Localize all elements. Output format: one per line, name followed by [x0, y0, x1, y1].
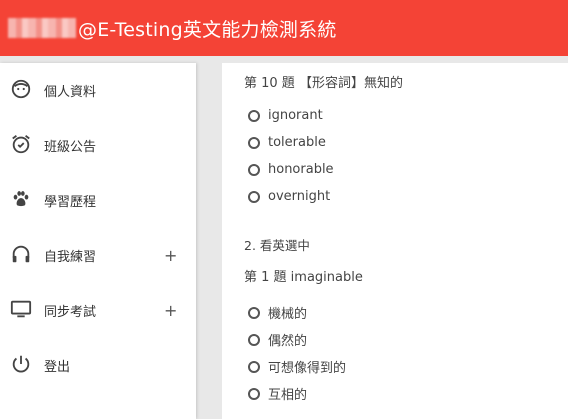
- option-radio[interactable]: 機械的: [248, 303, 307, 322]
- sidebar-item-label: 班級公告: [44, 139, 97, 155]
- app-title: @E-Testing英文能力檢測系統: [78, 18, 337, 41]
- section-title: 2. 看英選中: [244, 238, 310, 253]
- radio-icon[interactable]: [248, 190, 260, 203]
- question-title: 第 1 題 imaginable: [244, 270, 363, 285]
- option-label: 偶然的: [268, 334, 308, 349]
- paw-icon: [13, 191, 29, 207]
- option-radio[interactable]: 互相的: [248, 384, 307, 403]
- expand-icon[interactable]: +: [164, 246, 177, 265]
- monitor-icon: [10, 300, 32, 318]
- sidebar-item-profile[interactable]: 個人資料: [0, 63, 196, 117]
- radio-icon[interactable]: [248, 387, 260, 400]
- option-label: honorable: [268, 162, 334, 177]
- sidebar-item-label: 登出: [44, 359, 71, 375]
- sidebar-item-announcements[interactable]: 班級公告: [0, 118, 196, 172]
- power-icon: [12, 355, 30, 373]
- option-radio[interactable]: ignorant: [248, 108, 323, 123]
- option-label: 互相的: [268, 388, 308, 403]
- face-icon: [11, 79, 31, 99]
- radio-icon[interactable]: [248, 109, 260, 122]
- question-title: 第 10 題 【形容詞】無知的: [244, 76, 403, 91]
- sidebar-item-label: 個人資料: [44, 84, 97, 100]
- option-label: overnight: [268, 189, 331, 204]
- radio-icon[interactable]: [248, 163, 260, 176]
- option-label: 可想像得到的: [268, 361, 347, 376]
- radio-icon[interactable]: [248, 136, 260, 149]
- sidebar-item-history[interactable]: 學習歷程: [0, 173, 196, 227]
- radio-icon[interactable]: [248, 360, 260, 373]
- option-label: 機械的: [268, 307, 308, 322]
- sidebar-item-logout[interactable]: 登出: [0, 338, 196, 392]
- quiz-panel: 第 10 題 【形容詞】無知的 ignorant tolerable honor…: [222, 63, 568, 419]
- radio-icon[interactable]: [248, 333, 260, 346]
- option-radio[interactable]: tolerable: [248, 135, 326, 150]
- option-label: ignorant: [268, 108, 323, 123]
- expand-icon[interactable]: +: [164, 301, 177, 320]
- sidebar-item-label: 自我練習: [44, 249, 97, 265]
- sidebar-item-label: 同步考試: [44, 304, 97, 320]
- sidebar-item-sync-exam[interactable]: 同步考試 +: [0, 283, 196, 337]
- headphones-icon: [12, 245, 30, 263]
- blurred-username: [8, 18, 76, 38]
- sidebar-item-label: 學習歷程: [44, 194, 97, 210]
- sidebar: 個人資料 班級公告 學習歷程 自我練習 + 同步考試 + 登出: [0, 63, 196, 419]
- alarm-icon: [12, 135, 30, 154]
- app-header: @E-Testing英文能力檢測系統: [0, 0, 568, 56]
- option-radio[interactable]: 可想像得到的: [248, 357, 346, 376]
- sidebar-item-practice[interactable]: 自我練習 +: [0, 228, 196, 282]
- radio-icon[interactable]: [248, 306, 260, 319]
- option-radio[interactable]: overnight: [248, 189, 330, 204]
- option-radio[interactable]: 偶然的: [248, 330, 307, 349]
- option-radio[interactable]: honorable: [248, 162, 334, 177]
- option-label: tolerable: [268, 135, 326, 150]
